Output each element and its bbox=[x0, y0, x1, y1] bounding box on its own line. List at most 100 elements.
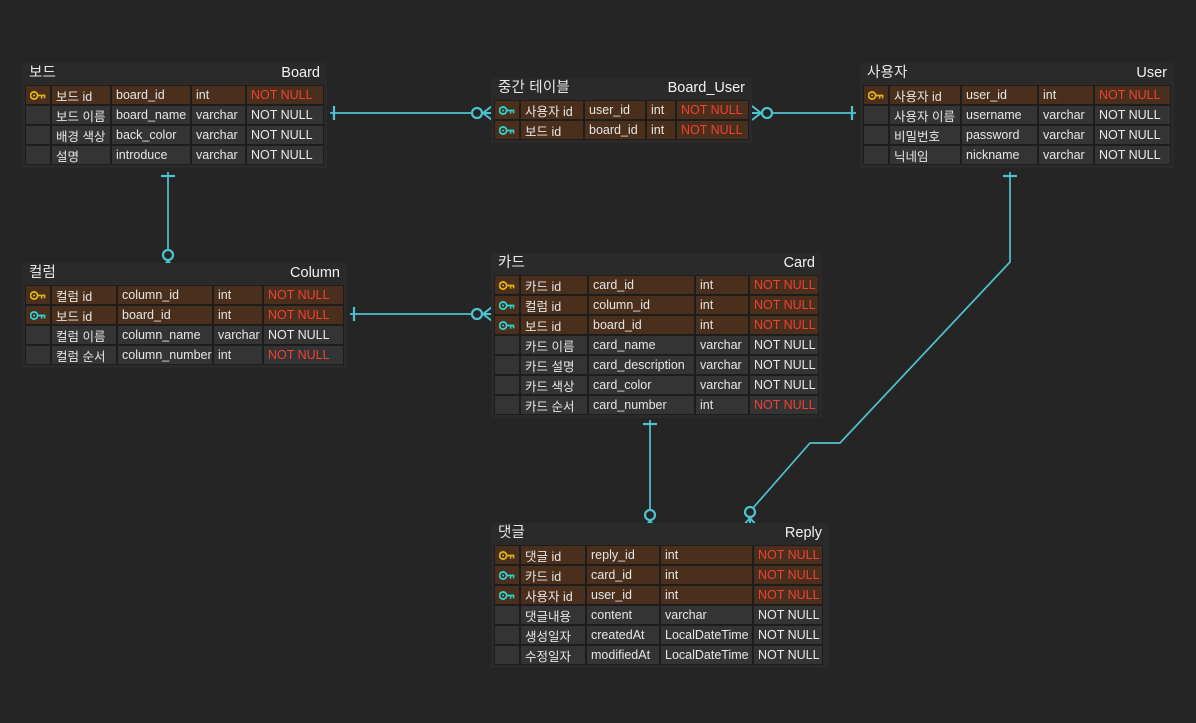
relationship-user-boarduser bbox=[751, 105, 856, 121]
primary-key-cell bbox=[25, 285, 51, 305]
column-label-ko: 보드 id bbox=[520, 315, 588, 335]
column-name: user_id bbox=[586, 585, 660, 605]
entity-columns: 컬럼 id column_id int NOT NULL 보드 id board_id in… bbox=[22, 285, 347, 368]
table-row[interactable]: 사용자 id user_id int NOT NULL bbox=[494, 100, 749, 120]
table-row[interactable]: 카드 순서 card_number int NOT NULL bbox=[494, 395, 819, 415]
entity-columns: 카드 id card_id int NOT NULL 컬럼 id column_id int… bbox=[491, 275, 822, 418]
entity-name-ko: 컬럼 bbox=[29, 265, 57, 281]
column-type: int bbox=[646, 100, 676, 120]
column-label-ko: 설명 bbox=[51, 145, 111, 165]
entity-name-ko: 카드 bbox=[498, 255, 526, 271]
table-row[interactable]: 카드 설명 card_description varchar NOT NULL bbox=[494, 355, 819, 375]
table-row[interactable]: 닉네임 nickname varchar NOT NULL bbox=[863, 145, 1171, 165]
column-name: board_id bbox=[588, 315, 695, 335]
column-type: int bbox=[660, 585, 753, 605]
column-name: introduce bbox=[111, 145, 191, 165]
no-key-cell bbox=[494, 335, 520, 355]
entity-column[interactable]: 컬럼 Column 컬럼 id column_id int NOT NULL 보드 id… bbox=[22, 263, 347, 368]
entity-name-en: Card bbox=[783, 255, 815, 271]
table-row[interactable]: 수정일자 modifiedAt LocalDateTime NOT NULL bbox=[494, 645, 826, 665]
foreign-key-cell bbox=[494, 565, 520, 585]
column-nullable: NOT NULL bbox=[263, 325, 344, 345]
table-row[interactable]: 카드 id card_id int NOT NULL bbox=[494, 565, 826, 585]
column-nullable: NOT NULL bbox=[749, 355, 819, 375]
primary-key-cell bbox=[494, 275, 520, 295]
no-key-cell bbox=[25, 105, 51, 125]
table-row[interactable]: 카드 id card_id int NOT NULL bbox=[494, 275, 819, 295]
no-key-cell bbox=[863, 145, 889, 165]
column-type: LocalDateTime bbox=[660, 625, 753, 645]
column-name: card_number bbox=[588, 395, 695, 415]
column-nullable: NOT NULL bbox=[749, 275, 819, 295]
table-row[interactable]: 사용자 id user_id int NOT NULL bbox=[494, 585, 826, 605]
entity-name-en: Board_User bbox=[667, 80, 745, 96]
gold-key-icon bbox=[30, 90, 46, 100]
table-row[interactable]: 생성일자 createdAt LocalDateTime NOT NULL bbox=[494, 625, 826, 645]
table-row[interactable]: 사용자 이름 username varchar NOT NULL bbox=[863, 105, 1171, 125]
no-key-cell bbox=[494, 625, 520, 645]
table-row[interactable]: 보드 이름 board_name varchar NOT NULL bbox=[25, 105, 324, 125]
entity-user[interactable]: 사용자 User 사용자 id user_id int NOT NULL 사용자 이름 u… bbox=[860, 63, 1174, 168]
table-row[interactable]: 비밀번호 password varchar NOT NULL bbox=[863, 125, 1171, 145]
table-row[interactable]: 사용자 id user_id int NOT NULL bbox=[863, 85, 1171, 105]
column-name: reply_id bbox=[586, 545, 660, 565]
table-row[interactable]: 보드 id board_id int NOT NULL bbox=[25, 305, 344, 325]
entity-board[interactable]: 보드 Board 보드 id board_id int NOT NULL 보드 이름 bo… bbox=[22, 63, 327, 168]
entity-name-ko: 사용자 bbox=[867, 65, 908, 81]
table-row[interactable]: 카드 이름 card_name varchar NOT NULL bbox=[494, 335, 819, 355]
erd-canvas[interactable]: 보드 Board 보드 id board_id int NOT NULL 보드 이름 bo… bbox=[0, 0, 1196, 723]
table-row[interactable]: 컬럼 id column_id int NOT NULL bbox=[25, 285, 344, 305]
column-name: board_id bbox=[584, 120, 646, 140]
entity-columns: 사용자 id user_id int NOT NULL 보드 id board_id int… bbox=[491, 100, 752, 143]
table-row[interactable]: 보드 id board_id int NOT NULL bbox=[25, 85, 324, 105]
column-type: int bbox=[213, 305, 263, 325]
column-name: content bbox=[586, 605, 660, 625]
column-name: username bbox=[961, 105, 1038, 125]
gold-key-icon bbox=[499, 280, 515, 290]
column-type: int bbox=[646, 120, 676, 140]
table-row[interactable]: 보드 id board_id int NOT NULL bbox=[494, 120, 749, 140]
entity-name-en: User bbox=[1136, 65, 1167, 81]
table-row[interactable]: 컬럼 순서 column_number int NOT NULL bbox=[25, 345, 344, 365]
teal-key-icon bbox=[499, 300, 515, 310]
column-label-ko: 보드 id bbox=[51, 85, 111, 105]
column-type: varchar bbox=[1038, 105, 1094, 125]
column-type: varchar bbox=[695, 375, 749, 395]
column-name: password bbox=[961, 125, 1038, 145]
column-nullable: NOT NULL bbox=[753, 605, 823, 625]
table-row[interactable]: 보드 id board_id int NOT NULL bbox=[494, 315, 819, 335]
teal-key-icon bbox=[499, 590, 515, 600]
table-row[interactable]: 댓글 id reply_id int NOT NULL bbox=[494, 545, 826, 565]
gold-key-icon bbox=[499, 550, 515, 560]
column-label-ko: 컬럼 id bbox=[51, 285, 117, 305]
table-row[interactable]: 컬럼 id column_id int NOT NULL bbox=[494, 295, 819, 315]
column-name: card_id bbox=[588, 275, 695, 295]
table-row[interactable]: 댓글내용 content varchar NOT NULL bbox=[494, 605, 826, 625]
table-row[interactable]: 배경 색상 back_color varchar NOT NULL bbox=[25, 125, 324, 145]
table-row[interactable]: 컬럼 이름 column_name varchar NOT NULL bbox=[25, 325, 344, 345]
column-name: card_description bbox=[588, 355, 695, 375]
column-label-ko: 사용자 이름 bbox=[889, 105, 961, 125]
entity-reply[interactable]: 댓글 Reply 댓글 id reply_id int NOT NULL 카드 id ca… bbox=[491, 523, 829, 668]
column-label-ko: 댓글 id bbox=[520, 545, 586, 565]
column-type: int bbox=[695, 295, 749, 315]
column-name: column_number bbox=[117, 345, 213, 365]
column-label-ko: 컬럼 순서 bbox=[51, 345, 117, 365]
table-row[interactable]: 설명 introduce varchar NOT NULL bbox=[25, 145, 324, 165]
column-nullable: NOT NULL bbox=[676, 100, 749, 120]
column-nullable: NOT NULL bbox=[1094, 85, 1171, 105]
column-type: int bbox=[213, 285, 263, 305]
column-name: card_id bbox=[586, 565, 660, 585]
column-type: int bbox=[660, 565, 753, 585]
entity-board-user[interactable]: 중간 테이블 Board_User 사용자 id user_id int NOT NU… bbox=[491, 78, 752, 143]
foreign-key-cell bbox=[494, 295, 520, 315]
column-nullable: NOT NULL bbox=[753, 545, 823, 565]
foreign-key-cell bbox=[494, 315, 520, 335]
table-row[interactable]: 카드 색상 card_color varchar NOT NULL bbox=[494, 375, 819, 395]
column-type: varchar bbox=[191, 125, 246, 145]
entity-card[interactable]: 카드 Card 카드 id card_id int NOT NULL 컬럼 id colu… bbox=[491, 253, 822, 418]
column-name: modifiedAt bbox=[586, 645, 660, 665]
column-name: column_id bbox=[588, 295, 695, 315]
column-label-ko: 댓글내용 bbox=[520, 605, 586, 625]
no-key-cell bbox=[494, 395, 520, 415]
